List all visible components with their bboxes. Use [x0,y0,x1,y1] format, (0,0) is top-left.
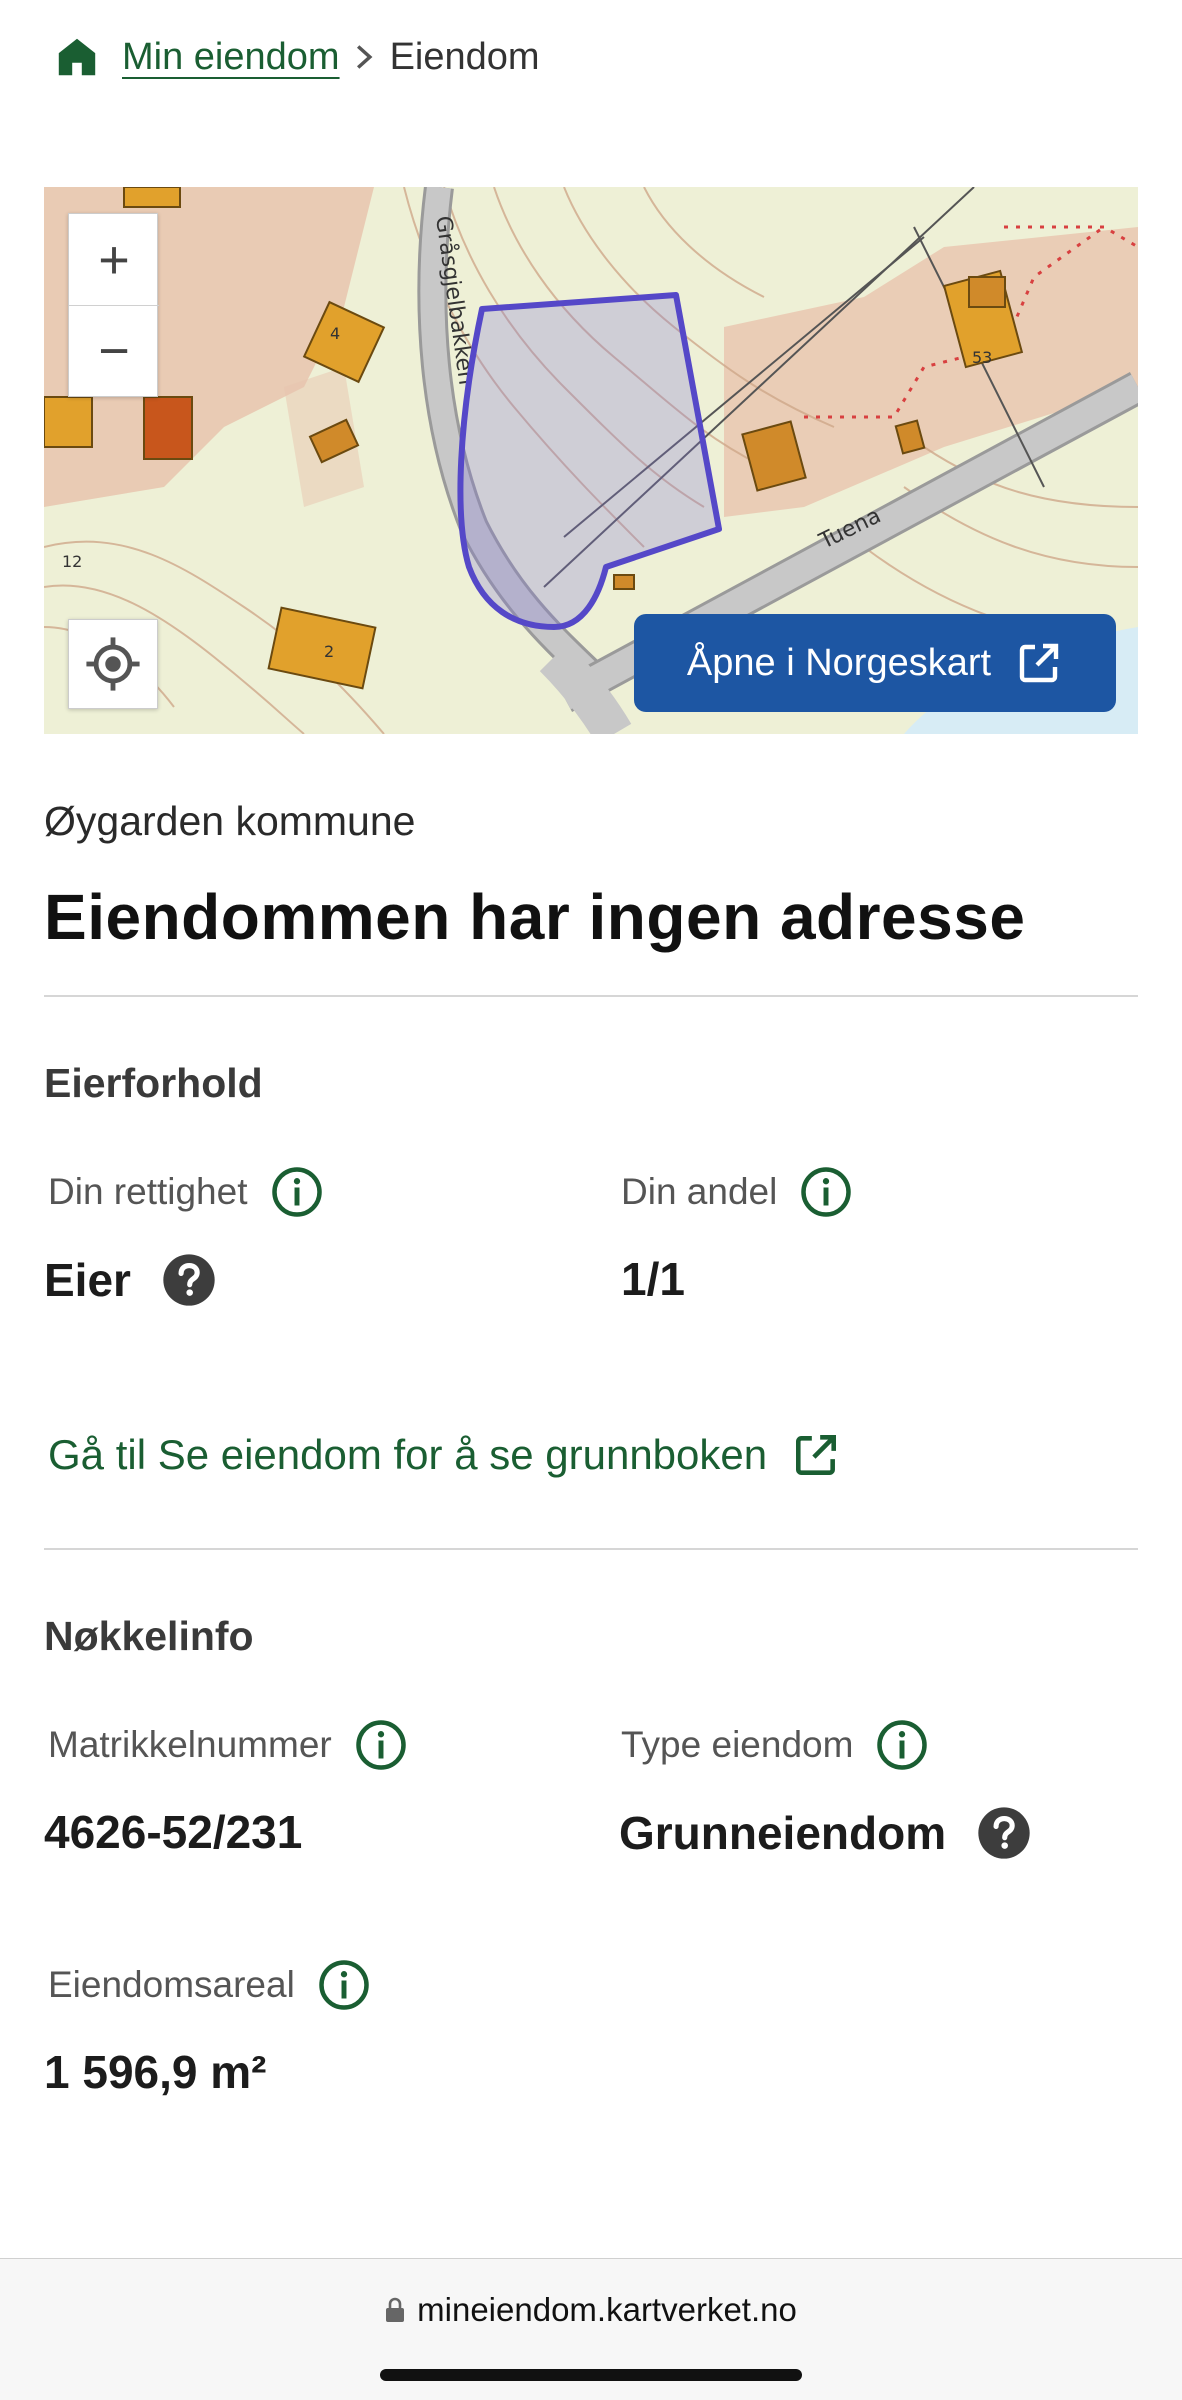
eiendomsareal-label: Eiendomsareal [48,1964,295,2005]
field-label-type-eiendom: Type eiendom [621,1718,929,1772]
municipality-label: Øygarden kommune [44,798,416,844]
chevron-right-icon [356,45,373,69]
zoom-in-button[interactable]: + [69,214,159,305]
zoom-out-button[interactable]: − [69,305,159,396]
info-icon[interactable] [354,1718,408,1772]
url-display[interactable]: mineiendom.kartverket.no [0,2291,1182,2329]
property-map[interactable]: 4 53 2 12 Gråsgjelbakken Tuena + − Åpne … [44,187,1138,734]
field-value-din-andel: 1/1 [621,1252,685,1306]
info-icon[interactable] [270,1165,324,1219]
field-value-eiendomsareal: 1 596,9 m² [44,2045,266,2099]
page-title: Eiendommen har ingen adresse [44,881,1026,953]
help-icon[interactable] [161,1252,217,1308]
breadcrumb-current: Eiendom [389,35,540,78]
type-eiendom-label: Type eiendom [621,1724,854,1765]
field-label-eiendomsareal: Eiendomsareal [48,1958,371,2012]
breadcrumb-link-min-eiendom[interactable]: Min eiendom [122,36,340,79]
field-value-type-eiendom: Grunneiendom [619,1805,1032,1861]
house-number-4: 4 [330,324,340,343]
house-number-2: 2 [324,642,334,661]
field-label-din-rettighet: Din rettighet [48,1165,324,1219]
section-title-eierforhold: Eierforhold [44,1060,263,1106]
info-icon[interactable] [799,1165,853,1219]
help-icon[interactable] [976,1805,1032,1861]
grunnbok-link-label: Gå til Se eiendom for å se grunnboken [48,1431,768,1478]
field-value-matrikkelnummer: 4626-52/231 [44,1805,302,1859]
home-indicator[interactable] [380,2369,802,2381]
home-icon[interactable] [54,34,100,80]
grunnbok-link[interactable]: Gå til Se eiendom for å se grunnboken [48,1430,841,1480]
field-label-din-andel: Din andel [621,1165,853,1219]
section-title-nokkelinfo: Nøkkelinfo [44,1613,254,1659]
din-andel-value: 1/1 [621,1253,685,1305]
zoom-control: + − [68,213,159,397]
house-number-53: 53 [972,348,992,367]
type-eiendom-value: Grunneiendom [619,1807,947,1859]
din-andel-label: Din andel [621,1171,778,1212]
locate-button[interactable] [68,619,158,709]
info-icon[interactable] [875,1718,929,1772]
lock-icon [386,2297,405,2322]
breadcrumb: Min eiendom Eiendom [54,30,540,84]
info-icon[interactable] [317,1958,371,2012]
din-rettighet-value: Eier [44,1254,131,1306]
field-value-din-rettighet: Eier [44,1252,217,1308]
din-rettighet-label: Din rettighet [48,1171,248,1212]
url-text: mineiendom.kartverket.no [417,2291,797,2328]
locate-icon [86,637,140,691]
external-link-icon [796,1435,837,1475]
divider [44,995,1138,997]
open-norgeskart-button[interactable]: Åpne i Norgeskart [634,614,1116,712]
eiendomsareal-value: 1 596,9 m² [44,2046,267,2098]
field-label-matrikkelnummer: Matrikkelnummer [48,1718,408,1772]
divider [44,1548,1138,1550]
matrikkelnummer-value: 4626-52/231 [44,1806,303,1858]
open-norgeskart-label: Åpne i Norgeskart [686,641,992,684]
house-number-12: 12 [62,552,82,571]
matrikkelnummer-label: Matrikkelnummer [48,1724,332,1765]
external-link-icon [1019,643,1059,683]
browser-url-bar[interactable]: mineiendom.kartverket.no [0,2258,1182,2400]
